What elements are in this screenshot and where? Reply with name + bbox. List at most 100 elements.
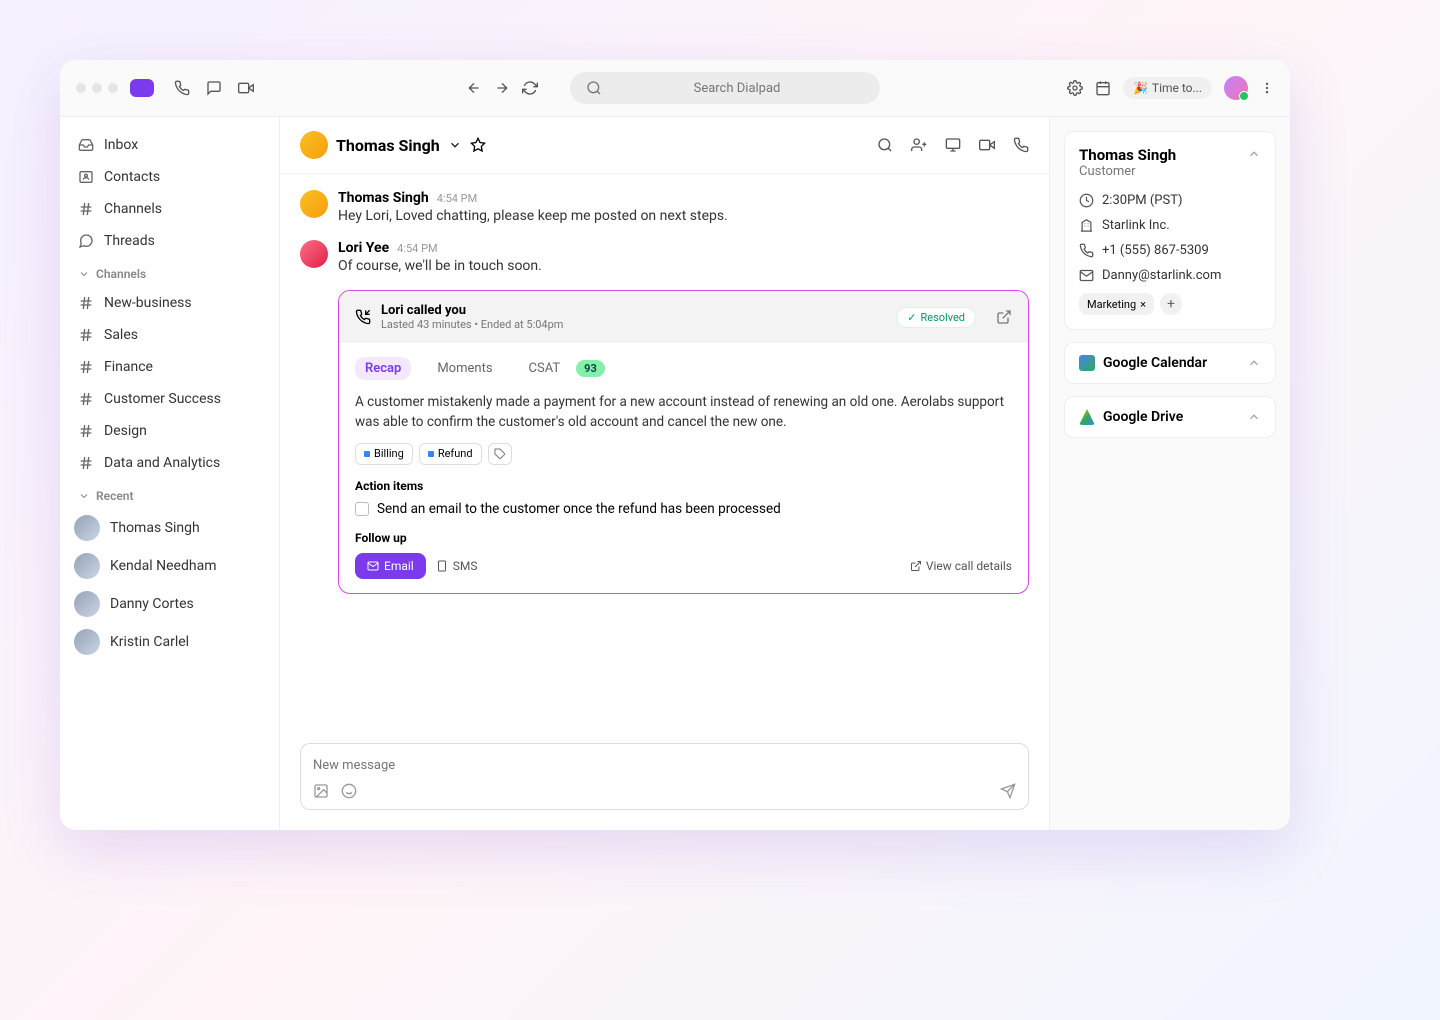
- titlebar-comm-icons: [174, 80, 254, 96]
- check-icon: ✓: [907, 311, 916, 324]
- mail-icon: [367, 560, 379, 572]
- google-calendar-card[interactable]: Google Calendar: [1064, 342, 1276, 384]
- nav-channels[interactable]: Channels: [60, 193, 279, 225]
- tab-recap[interactable]: Recap: [355, 357, 411, 380]
- tag-dot-icon: [428, 451, 434, 457]
- recent-section-header[interactable]: Recent: [60, 479, 279, 509]
- channel-data-analytics[interactable]: Data and Analytics: [60, 447, 279, 479]
- contacts-icon: [78, 169, 94, 185]
- calendar-icon[interactable]: [1095, 80, 1111, 96]
- search-box[interactable]: Search Dialpad: [570, 72, 880, 104]
- tag-billing[interactable]: Billing: [355, 443, 413, 465]
- composer-input[interactable]: [313, 758, 1016, 773]
- google-drive-card[interactable]: Google Drive: [1064, 396, 1276, 438]
- message-text: Of course, we'll be in touch soon.: [338, 258, 1029, 274]
- back-icon[interactable]: [466, 80, 482, 96]
- hash-icon: [78, 327, 94, 343]
- call-card-header: Lori called you Lasted 43 minutes • Ende…: [339, 291, 1028, 343]
- send-icon[interactable]: [1000, 783, 1016, 799]
- chevron-up-icon[interactable]: [1247, 146, 1261, 162]
- user-avatar[interactable]: [1224, 76, 1248, 100]
- time-chip[interactable]: 🎉 Time to...: [1123, 77, 1212, 99]
- tag-refund[interactable]: Refund: [419, 443, 482, 465]
- add-people-icon[interactable]: [911, 137, 927, 153]
- window-controls[interactable]: [76, 83, 118, 93]
- building-icon: [1079, 218, 1094, 233]
- chevron-down-icon[interactable]: [448, 137, 462, 153]
- message-sender: Thomas Singh: [338, 190, 429, 206]
- view-call-details[interactable]: View call details: [910, 559, 1012, 573]
- action-checkbox[interactable]: [355, 502, 369, 516]
- chevron-up-icon: [1247, 355, 1261, 371]
- channel-sales[interactable]: Sales: [60, 319, 279, 351]
- recent-kendal[interactable]: Kendal Needham: [60, 547, 279, 585]
- chevron-down-icon: [78, 268, 90, 280]
- tags-row: Billing Refund: [355, 443, 1012, 465]
- phone-icon[interactable]: [1013, 137, 1029, 153]
- message-composer[interactable]: [300, 743, 1029, 810]
- avatar: [300, 190, 328, 218]
- recap-text: A customer mistakenly made a payment for…: [355, 392, 1012, 433]
- sms-button[interactable]: SMS: [436, 559, 478, 573]
- contact-tags: Marketing× +: [1079, 293, 1261, 315]
- nav-arrows: [466, 80, 538, 96]
- refresh-icon[interactable]: [522, 80, 538, 96]
- nav-threads[interactable]: Threads: [60, 225, 279, 257]
- gear-icon[interactable]: [1067, 80, 1083, 96]
- phone-icon[interactable]: [174, 80, 190, 96]
- threads-icon: [78, 233, 94, 249]
- recent-kristin[interactable]: Kristin Carlel: [60, 623, 279, 661]
- forward-icon[interactable]: [494, 80, 510, 96]
- message: Thomas Singh4:54 PM Hey Lori, Loved chat…: [300, 190, 1029, 224]
- app-logo: [130, 79, 154, 97]
- contact-card: Thomas Singh Customer 2:30PM (PST) Starl…: [1064, 131, 1276, 330]
- external-link-icon[interactable]: [996, 309, 1012, 325]
- channel-customer-success[interactable]: Customer Success: [60, 383, 279, 415]
- message-icon[interactable]: [206, 80, 222, 96]
- party-icon: 🎉: [1133, 81, 1148, 95]
- hash-icon: [78, 359, 94, 375]
- add-tag-button[interactable]: [488, 443, 512, 465]
- avatar: [74, 553, 100, 579]
- search-icon[interactable]: [877, 137, 893, 153]
- nav-contacts[interactable]: Contacts: [60, 161, 279, 193]
- call-recap-card: Lori called you Lasted 43 minutes • Ende…: [338, 290, 1029, 594]
- hash-icon: [78, 201, 94, 217]
- contact-phone: +1 (555) 867-5309: [1079, 243, 1261, 258]
- recent-thomas[interactable]: Thomas Singh: [60, 509, 279, 547]
- video-icon[interactable]: [979, 137, 995, 153]
- tab-moments[interactable]: Moments: [427, 357, 502, 380]
- contact-time: 2:30PM (PST): [1079, 193, 1261, 208]
- emoji-icon[interactable]: [341, 783, 357, 799]
- chevron-up-icon: [1247, 409, 1261, 425]
- channel-finance[interactable]: Finance: [60, 351, 279, 383]
- followup-label: Follow up: [355, 531, 1012, 545]
- minimize-dot[interactable]: [92, 83, 102, 93]
- nav-inbox[interactable]: Inbox: [60, 129, 279, 161]
- add-tag-button[interactable]: +: [1160, 293, 1182, 315]
- avatar: [74, 515, 100, 541]
- call-subtitle: Lasted 43 minutes • Ended at 5:04pm: [381, 318, 886, 331]
- avatar: [300, 240, 328, 268]
- messages-list: Thomas Singh4:54 PM Hey Lori, Loved chat…: [280, 174, 1049, 731]
- channels-section-header[interactable]: Channels: [60, 257, 279, 287]
- action-item-row: Send an email to the customer once the r…: [355, 501, 1012, 517]
- maximize-dot[interactable]: [108, 83, 118, 93]
- gcal-icon: [1079, 355, 1095, 371]
- close-dot[interactable]: [76, 83, 86, 93]
- tag-marketing[interactable]: Marketing×: [1079, 293, 1154, 315]
- channel-design[interactable]: Design: [60, 415, 279, 447]
- channel-new-business[interactable]: New-business: [60, 287, 279, 319]
- star-icon[interactable]: [470, 137, 486, 153]
- more-icon[interactable]: [1260, 80, 1274, 96]
- tab-csat[interactable]: CSAT: [519, 357, 571, 380]
- image-icon[interactable]: [313, 783, 329, 799]
- email-button[interactable]: Email: [355, 553, 426, 579]
- recent-danny[interactable]: Danny Cortes: [60, 585, 279, 623]
- close-icon[interactable]: ×: [1140, 298, 1146, 311]
- video-icon[interactable]: [238, 80, 254, 96]
- conversation-actions: [877, 137, 1029, 153]
- titlebar-right: 🎉 Time to...: [1067, 76, 1274, 100]
- screen-icon[interactable]: [945, 137, 961, 153]
- csat-score: 93: [576, 360, 605, 377]
